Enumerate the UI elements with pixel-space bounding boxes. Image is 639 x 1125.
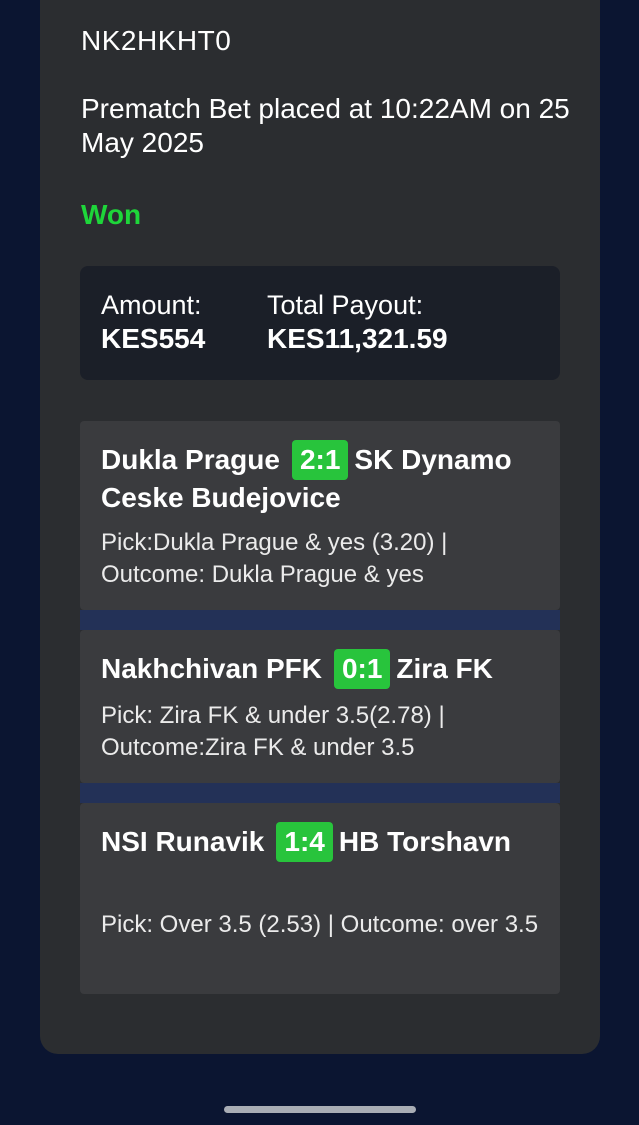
match-divider [80,783,560,803]
match-pick: Pick:Dukla Prague & yes (3.20) | Outcome… [101,529,448,588]
away-team: HB Torshavn [338,826,512,857]
match-card[interactable]: Nakhchivan PFK 0:1 Zira FK Pick: Zira FK &… [80,630,560,783]
match-pick: Pick: Zira FK & under 3.5(2.78) | Outcom… [101,702,445,761]
home-indicator[interactable] [224,1106,416,1113]
amount-section: Amount: KES554 [101,288,205,356]
score-badge: 0:1 [333,649,391,689]
home-team: Nakhchivan PFK [101,653,322,684]
match-title: Dukla Prague 2:1 SK Dynamo Ceske Budejovic… [101,440,546,516]
payout-value: KES11,321.59 [267,323,448,354]
bet-status: Won [81,199,142,230]
payout-section: Total Payout: KES11,321.59 [267,288,448,356]
amount-value: KES554 [101,323,206,354]
match-title: NSI Runavik 1:4 HB Torshavn [101,822,546,862]
score-badge: 2:1 [291,440,349,480]
amount-label: Amount: [101,290,202,320]
bet-id: NK2HKHT0 [81,25,232,56]
match-pick: Pick: Over 3.5 (2.53) | Outcome: over 3.… [101,911,539,938]
bet-summary: Amount: KES554 Total Payout: KES11,321.5… [80,266,560,380]
match-title: Nakhchivan PFK 0:1 Zira FK [101,649,546,689]
payout-label: Total Payout: [267,290,424,320]
match-card[interactable]: NSI Runavik 1:4 HB Torshavn Pick: Over 3.5… [80,803,560,994]
score-badge: 1:4 [276,822,333,862]
away-team: Zira FK [396,653,493,684]
match-card[interactable]: Dukla Prague 2:1 SK Dynamo Ceske Budejovic… [80,421,560,610]
match-divider [80,610,560,630]
home-team: NSI Runavik [101,826,265,857]
home-team: Dukla Prague [101,444,280,475]
bet-placed-text: Prematch Bet placed at 10:22AM on 25 May… [81,93,570,158]
